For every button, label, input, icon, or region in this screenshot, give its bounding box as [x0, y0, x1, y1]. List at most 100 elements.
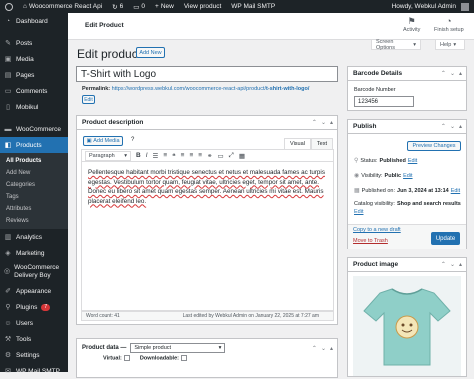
align-right-icon[interactable]: ≡	[198, 152, 202, 159]
plus-icon: +	[155, 3, 159, 10]
media-icon: ▣	[4, 56, 12, 63]
link-icon[interactable]: ⚭	[207, 152, 212, 160]
admin-sidebar: ◔ Dashboard ✎ Posts ▣ Media ▤ Pages ▭ Comment…	[0, 13, 68, 375]
screen-options-button[interactable]: Screen Options ▾	[371, 39, 421, 51]
submenu-tags[interactable]: Tags	[0, 191, 68, 203]
collapse-icon[interactable]: ▴	[330, 119, 333, 126]
add-media-button[interactable]: ▣ Add Media	[83, 136, 123, 146]
add-new-button[interactable]: Add New	[136, 47, 165, 58]
downloadable-checkbox[interactable]	[180, 355, 187, 361]
move-down-icon[interactable]: ⌄	[450, 70, 455, 77]
submenu-reviews[interactable]: Reviews	[0, 215, 68, 227]
menu-dashboard[interactable]: ◔ Dashboard	[0, 13, 68, 29]
menu-woocommerce[interactable]: ▬ WooCommerce	[0, 121, 68, 137]
site-name-link[interactable]: ⌂ Woocommerce React Api	[18, 0, 107, 13]
submenu-attributes[interactable]: Attributes	[0, 203, 68, 215]
update-button[interactable]: Update	[431, 232, 460, 245]
new-content-link[interactable]: + New	[150, 0, 179, 13]
collapse-icon[interactable]: ▴	[459, 70, 462, 77]
finish-setup-button[interactable]: ◔ Finish setup	[434, 16, 464, 33]
menu-comments[interactable]: ▭ Comments	[0, 83, 68, 99]
submenu-categories[interactable]: Categories	[0, 179, 68, 191]
header-title: Edit Product	[85, 22, 124, 29]
page-title: Edit product	[77, 47, 142, 61]
menu-media[interactable]: ▣ Media	[0, 51, 68, 67]
more-tag-icon[interactable]: ▭	[217, 152, 223, 160]
italic-icon[interactable]: I	[146, 152, 148, 159]
users-icon: ☺	[4, 319, 12, 327]
menu-appearance[interactable]: ✐ Appearance	[0, 283, 68, 299]
menu-products[interactable]: ◧ Products	[0, 137, 68, 153]
woo-icon: ▬	[4, 125, 12, 133]
delivery-icon: ◎	[4, 268, 11, 275]
product-type-select[interactable]: Simple product ▾	[130, 343, 226, 353]
wp-logo-menu[interactable]	[0, 0, 18, 13]
copy-to-draft-link[interactable]: Copy to a new draft	[353, 227, 401, 233]
description-header: Product description ⌃ ⌄ ▴	[77, 116, 337, 130]
wp-mail-smtp-link[interactable]: WP Mail SMTP	[226, 0, 280, 13]
menu-wp-mail-smtp[interactable]: ✉ WP Mail SMTP	[0, 363, 68, 379]
move-down-icon[interactable]: ⌄	[321, 119, 326, 126]
post-title-input[interactable]: T-Shirt with Logo	[76, 66, 338, 82]
align-left-icon[interactable]: ≡	[181, 152, 185, 159]
move-down-icon[interactable]: ⌄	[450, 261, 455, 268]
publish-box: Publish ⌃ ⌄ ▴ Preview Changes ⚲ Status: Publ…	[347, 119, 467, 249]
help-icon[interactable]: ?	[131, 137, 134, 143]
menu-posts[interactable]: ✎ Posts	[0, 35, 68, 51]
updates-link[interactable]: ↻ 6	[107, 0, 128, 13]
move-up-icon[interactable]: ⌃	[312, 345, 317, 352]
toolbar-toggle-icon[interactable]: ▦	[239, 152, 245, 160]
blockquote-icon[interactable]: ❝	[172, 152, 176, 160]
view-product-link[interactable]: View product	[179, 0, 226, 13]
edit-visibility-link[interactable]: Edit	[403, 173, 412, 179]
collapse-icon[interactable]: ▴	[330, 345, 333, 352]
menu-marketing[interactable]: ◈ Marketing	[0, 245, 68, 261]
move-to-trash-link[interactable]: Move to Trash	[353, 238, 388, 244]
editor-content[interactable]: Pellentesque habitant morbi tristique se…	[81, 162, 334, 311]
bold-icon[interactable]: B	[136, 152, 141, 159]
edit-permalink-button[interactable]: Edit	[82, 95, 95, 104]
barcode-input[interactable]: 123456	[354, 96, 414, 107]
align-center-icon[interactable]: ≡	[189, 152, 193, 159]
move-down-icon[interactable]: ⌄	[450, 123, 455, 130]
menu-pages[interactable]: ▤ Pages	[0, 67, 68, 83]
move-up-icon[interactable]: ⌃	[441, 123, 446, 130]
menu-mobikul[interactable]: ▯ Mobikul	[0, 99, 68, 115]
bullet-list-icon[interactable]: ☰	[153, 152, 159, 160]
mail-icon: ✉	[5, 368, 11, 375]
collapse-icon[interactable]: ▴	[459, 261, 462, 268]
activity-button[interactable]: ⚑ Activity	[403, 16, 420, 33]
menu-delivery-boy[interactable]: ◎ WooCommerce Delivery Boy	[0, 261, 68, 283]
page-icon: ▤	[4, 72, 12, 79]
submenu-all-products[interactable]: All Products	[0, 155, 68, 167]
numbered-list-icon[interactable]: ≡	[163, 152, 167, 159]
refresh-icon: ↻	[112, 3, 118, 11]
publish-actions: Copy to a new draft Move to Trash Update	[348, 224, 466, 249]
media-icon: ▣	[86, 138, 92, 144]
move-up-icon[interactable]: ⌃	[312, 119, 317, 126]
format-select[interactable]: Paragraph ▾	[85, 150, 131, 161]
user-account-menu[interactable]: Howdy, Webkul Admin	[387, 0, 474, 13]
virtual-checkbox[interactable]	[123, 355, 130, 361]
edit-date-link[interactable]: Edit	[451, 188, 460, 194]
edit-catalog-visibility-link[interactable]: Edit	[354, 209, 363, 215]
menu-analytics[interactable]: ▥ Analytics	[0, 229, 68, 245]
appearance-icon: ✐	[5, 288, 11, 295]
move-down-icon[interactable]: ⌄	[321, 345, 326, 352]
preview-changes-button[interactable]: Preview Changes	[407, 141, 461, 151]
fullscreen-icon[interactable]: ⤢	[229, 152, 234, 160]
menu-settings[interactable]: ⚙ Settings	[0, 347, 68, 363]
comments-link[interactable]: ▭ 0	[128, 0, 150, 13]
collapse-icon[interactable]: ▴	[459, 123, 462, 130]
edit-status-link[interactable]: Edit	[408, 158, 417, 164]
move-up-icon[interactable]: ⌃	[441, 70, 446, 77]
menu-tools[interactable]: ⚒ Tools	[0, 331, 68, 347]
submenu-add-new[interactable]: Add New	[0, 167, 68, 179]
product-image[interactable]	[353, 276, 461, 376]
permalink-link[interactable]: https://wordpress.webkul.com/woocommerce…	[112, 86, 310, 92]
help-button[interactable]: Help ▾	[435, 40, 465, 50]
editor-status-bar: Word count: 41 Last edited by Webkul Admi…	[81, 311, 334, 321]
move-up-icon[interactable]: ⌃	[441, 261, 446, 268]
menu-plugins[interactable]: ⚲ Plugins 7	[0, 299, 68, 315]
menu-users[interactable]: ☺ Users	[0, 315, 68, 331]
